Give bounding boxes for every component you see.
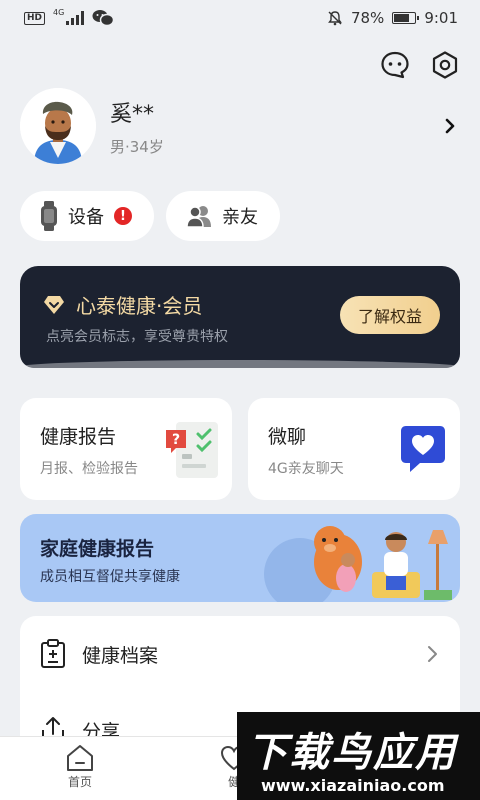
health-report-title: 健康报告 (40, 426, 117, 448)
watch-icon (41, 201, 57, 231)
chat-bubble-icon[interactable] (380, 50, 410, 80)
home-icon (67, 745, 93, 771)
health-report-card[interactable]: 健康报告 月报、检验报告 ? (20, 398, 232, 500)
wechat-title: 微聊 (268, 426, 307, 448)
chevron-right-icon (445, 118, 455, 134)
status-bar: HD 4G 78% 9:01 (0, 0, 480, 36)
tab-home-label: 首页 (67, 775, 92, 789)
diamond-icon (44, 295, 64, 314)
network-type: 4G (53, 7, 65, 17)
hd-indicator: HD (24, 11, 46, 25)
health-records-label: 健康档案 (82, 644, 159, 667)
device-chip[interactable]: 设备 ! (20, 191, 154, 241)
member-title-row: 心泰健康·会员 (42, 290, 202, 319)
quick-chips: 设备 ! 亲友 (20, 191, 280, 241)
heart-chat-icon (401, 426, 445, 472)
watermark-title: 下载鸟应用 (247, 730, 457, 776)
watermark-url: www.xiazainiao.com (261, 776, 445, 795)
alert-badge: ! (114, 207, 132, 225)
clipboard-plus-icon (41, 639, 65, 668)
clock: 9:01 (424, 9, 458, 27)
wechat-card[interactable]: 微聊 4G亲友聊天 (248, 398, 460, 500)
report-document-icon: ? (166, 422, 218, 478)
battery-percent: 78% (350, 9, 385, 27)
health-report-subtitle: 月报、检验报告 (40, 461, 138, 477)
top-action-icons (380, 50, 460, 80)
wechat-subtitle: 4G亲友聊天 (268, 461, 344, 477)
user-info: 男·34岁 (110, 137, 164, 156)
watermark-logo: 下载鸟应用 www.xiazainiao.com (237, 712, 480, 800)
mute-bell-icon (328, 11, 342, 26)
signal-icon (66, 11, 85, 25)
chevron-right-icon (428, 646, 437, 662)
family-chip[interactable]: 亲友 (166, 191, 280, 241)
tab-home[interactable]: 首页 (40, 743, 120, 790)
status-right: 78% 9:01 (327, 9, 458, 27)
settings-hexagon-icon[interactable] (430, 50, 460, 80)
family-report-subtitle: 成员相互督促共享健康 (40, 569, 180, 585)
family-label: 亲友 (222, 207, 258, 228)
device-label: 设备 (68, 207, 104, 228)
battery-icon (392, 12, 420, 24)
user-name: 奚** (110, 101, 155, 127)
member-subtitle: 点亮会员标志，享受尊贵特权 (46, 329, 228, 345)
status-left: HD 4G (24, 7, 115, 27)
svg-text:?: ? (172, 432, 180, 448)
member-title: 心泰健康·会员 (76, 294, 203, 318)
family-illustration (264, 526, 452, 602)
wechat-notification-icon (92, 10, 115, 27)
health-records-row[interactable]: 健康档案 (20, 616, 460, 692)
family-report-title: 家庭健康报告 (40, 538, 155, 560)
learn-benefits-button[interactable]: 了解权益 (340, 296, 440, 334)
profile-row[interactable]: 奚** 男·34岁 (20, 88, 460, 164)
profile-text: 奚** 男·34岁 (110, 96, 440, 157)
avatar (20, 88, 96, 164)
people-icon (186, 206, 211, 228)
membership-card[interactable]: 心泰健康·会员 点亮会员标志，享受尊贵特权 了解权益 (20, 266, 460, 368)
family-health-report-card[interactable]: 家庭健康报告 成员相互督促共享健康 (20, 514, 460, 602)
